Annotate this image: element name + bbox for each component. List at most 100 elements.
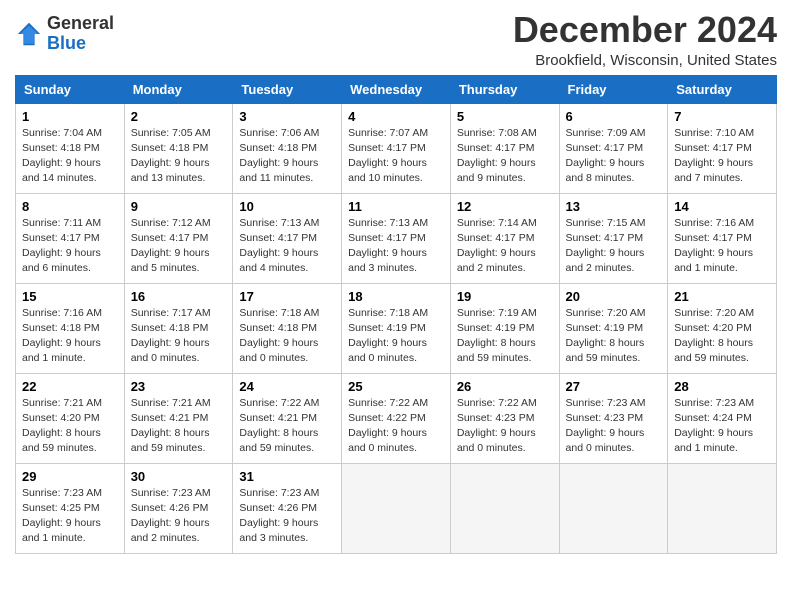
calendar-cell: 19Sunrise: 7:19 AMSunset: 4:19 PMDayligh… — [450, 283, 559, 373]
calendar-cell: 5 Sunrise: 7:08 AMSunset: 4:17 PMDaylight… — [450, 103, 559, 193]
calendar-cell: 30 Sunrise: 7:23 AMSunset: 4:26 PMDayligh… — [124, 463, 233, 553]
day-info: Sunrise: 7:18 AMSunset: 4:18 PMDaylight:… — [239, 306, 335, 367]
logo-text: General Blue — [47, 14, 114, 54]
day-info: Sunrise: 7:06 AMSunset: 4:18 PMDaylight:… — [239, 126, 335, 187]
day-info: Sunrise: 7:11 AMSunset: 4:17 PMDaylight:… — [22, 216, 118, 277]
day-number: 18 — [348, 289, 444, 304]
day-number: 12 — [457, 199, 553, 214]
logo-icon — [15, 20, 43, 48]
week-row-2: 8 Sunrise: 7:11 AMSunset: 4:17 PMDaylight… — [16, 193, 777, 283]
calendar-cell — [559, 463, 668, 553]
day-number: 7 — [674, 109, 770, 124]
calendar-cell: 24Sunrise: 7:22 AMSunset: 4:21 PMDayligh… — [233, 373, 342, 463]
day-info: Sunrise: 7:21 AMSunset: 4:21 PMDaylight:… — [131, 396, 227, 457]
day-number: 16 — [131, 289, 227, 304]
day-info: Sunrise: 7:14 AMSunset: 4:17 PMDaylight:… — [457, 216, 553, 277]
day-info: Sunrise: 7:22 AMSunset: 4:21 PMDaylight:… — [239, 396, 335, 457]
day-number: 14 — [674, 199, 770, 214]
week-row-1: 1 Sunrise: 7:04 AMSunset: 4:18 PMDaylight… — [16, 103, 777, 193]
day-number: 9 — [131, 199, 227, 214]
day-number: 30 — [131, 469, 227, 484]
calendar-cell: 28 Sunrise: 7:23 AMSunset: 4:24 PMDayligh… — [668, 373, 777, 463]
day-number: 17 — [239, 289, 335, 304]
day-number: 8 — [22, 199, 118, 214]
day-number: 6 — [566, 109, 662, 124]
day-info: Sunrise: 7:21 AMSunset: 4:20 PMDaylight:… — [22, 396, 118, 457]
day-info: Sunrise: 7:19 AMSunset: 4:19 PMDaylight:… — [457, 306, 553, 367]
day-info: Sunrise: 7:23 AMSunset: 4:24 PMDaylight:… — [674, 396, 770, 457]
day-number: 1 — [22, 109, 118, 124]
calendar-cell — [342, 463, 451, 553]
day-number: 26 — [457, 379, 553, 394]
calendar-cell: 18 Sunrise: 7:18 AMSunset: 4:19 PMDayligh… — [342, 283, 451, 373]
calendar-cell: 6 Sunrise: 7:09 AMSunset: 4:17 PMDaylight… — [559, 103, 668, 193]
calendar-cell: 22 Sunrise: 7:21 AMSunset: 4:20 PMDayligh… — [16, 373, 125, 463]
day-info: Sunrise: 7:09 AMSunset: 4:17 PMDaylight:… — [566, 126, 662, 187]
header-sunday: Sunday — [16, 75, 125, 103]
day-info: Sunrise: 7:08 AMSunset: 4:17 PMDaylight:… — [457, 126, 553, 187]
day-info: Sunrise: 7:17 AMSunset: 4:18 PMDaylight:… — [131, 306, 227, 367]
page-header: General Blue December 2024 Brookfield, W… — [15, 10, 777, 69]
calendar-cell: 14Sunrise: 7:16 AMSunset: 4:17 PMDayligh… — [668, 193, 777, 283]
calendar-cell: 20 Sunrise: 7:20 AMSunset: 4:19 PMDayligh… — [559, 283, 668, 373]
logo-general: General — [47, 14, 114, 34]
day-info: Sunrise: 7:18 AMSunset: 4:19 PMDaylight:… — [348, 306, 444, 367]
calendar-cell: 9 Sunrise: 7:12 AMSunset: 4:17 PMDaylight… — [124, 193, 233, 283]
day-number: 29 — [22, 469, 118, 484]
day-number: 25 — [348, 379, 444, 394]
logo: General Blue — [15, 14, 114, 54]
header-thursday: Thursday — [450, 75, 559, 103]
day-number: 28 — [674, 379, 770, 394]
day-info: Sunrise: 7:23 AMSunset: 4:26 PMDaylight:… — [239, 486, 335, 547]
week-row-4: 22 Sunrise: 7:21 AMSunset: 4:20 PMDayligh… — [16, 373, 777, 463]
month-title: December 2024 — [513, 10, 777, 50]
day-info: Sunrise: 7:12 AMSunset: 4:17 PMDaylight:… — [131, 216, 227, 277]
calendar-cell — [668, 463, 777, 553]
calendar-cell: 2Sunrise: 7:05 AMSunset: 4:18 PMDaylight… — [124, 103, 233, 193]
header-monday: Monday — [124, 75, 233, 103]
day-number: 27 — [566, 379, 662, 394]
day-info: Sunrise: 7:04 AMSunset: 4:18 PMDaylight:… — [22, 126, 118, 187]
day-number: 5 — [457, 109, 553, 124]
header-row: SundayMondayTuesdayWednesdayThursdayFrid… — [16, 75, 777, 103]
day-number: 13 — [566, 199, 662, 214]
day-number: 15 — [22, 289, 118, 304]
day-info: Sunrise: 7:10 AMSunset: 4:17 PMDaylight:… — [674, 126, 770, 187]
calendar-cell: 16 Sunrise: 7:17 AMSunset: 4:18 PMDayligh… — [124, 283, 233, 373]
day-number: 2 — [131, 109, 227, 124]
calendar-cell: 1 Sunrise: 7:04 AMSunset: 4:18 PMDaylight… — [16, 103, 125, 193]
logo-blue: Blue — [47, 34, 114, 54]
day-info: Sunrise: 7:23 AMSunset: 4:26 PMDaylight:… — [131, 486, 227, 547]
header-saturday: Saturday — [668, 75, 777, 103]
calendar-cell: 17 Sunrise: 7:18 AMSunset: 4:18 PMDayligh… — [233, 283, 342, 373]
day-info: Sunrise: 7:13 AMSunset: 4:17 PMDaylight:… — [239, 216, 335, 277]
calendar-cell: 10Sunrise: 7:13 AMSunset: 4:17 PMDayligh… — [233, 193, 342, 283]
header-tuesday: Tuesday — [233, 75, 342, 103]
day-number: 4 — [348, 109, 444, 124]
calendar-cell — [450, 463, 559, 553]
calendar-table: SundayMondayTuesdayWednesdayThursdayFrid… — [15, 75, 777, 554]
day-info: Sunrise: 7:23 AMSunset: 4:23 PMDaylight:… — [566, 396, 662, 457]
day-info: Sunrise: 7:20 AMSunset: 4:19 PMDaylight:… — [566, 306, 662, 367]
calendar-cell: 26 Sunrise: 7:22 AMSunset: 4:23 PMDayligh… — [450, 373, 559, 463]
calendar-cell: 23 Sunrise: 7:21 AMSunset: 4:21 PMDayligh… — [124, 373, 233, 463]
day-info: Sunrise: 7:22 AMSunset: 4:23 PMDaylight:… — [457, 396, 553, 457]
week-row-5: 29Sunrise: 7:23 AMSunset: 4:25 PMDayligh… — [16, 463, 777, 553]
calendar-cell: 12 Sunrise: 7:14 AMSunset: 4:17 PMDayligh… — [450, 193, 559, 283]
day-info: Sunrise: 7:20 AMSunset: 4:20 PMDaylight:… — [674, 306, 770, 367]
location: Brookfield, Wisconsin, United States — [513, 52, 777, 69]
day-info: Sunrise: 7:16 AMSunset: 4:18 PMDaylight:… — [22, 306, 118, 367]
calendar-cell: 11Sunrise: 7:13 AMSunset: 4:17 PMDayligh… — [342, 193, 451, 283]
calendar-cell: 21 Sunrise: 7:20 AMSunset: 4:20 PMDayligh… — [668, 283, 777, 373]
calendar-cell: 7 Sunrise: 7:10 AMSunset: 4:17 PMDaylight… — [668, 103, 777, 193]
calendar-cell: 4Sunrise: 7:07 AMSunset: 4:17 PMDaylight… — [342, 103, 451, 193]
calendar-cell: 13Sunrise: 7:15 AMSunset: 4:17 PMDayligh… — [559, 193, 668, 283]
day-number: 21 — [674, 289, 770, 304]
day-number: 20 — [566, 289, 662, 304]
day-number: 22 — [22, 379, 118, 394]
calendar-cell: 31Sunrise: 7:23 AMSunset: 4:26 PMDayligh… — [233, 463, 342, 553]
day-number: 23 — [131, 379, 227, 394]
title-block: December 2024 Brookfield, Wisconsin, Uni… — [513, 10, 777, 69]
calendar-cell: 27 Sunrise: 7:23 AMSunset: 4:23 PMDayligh… — [559, 373, 668, 463]
week-row-3: 15 Sunrise: 7:16 AMSunset: 4:18 PMDayligh… — [16, 283, 777, 373]
